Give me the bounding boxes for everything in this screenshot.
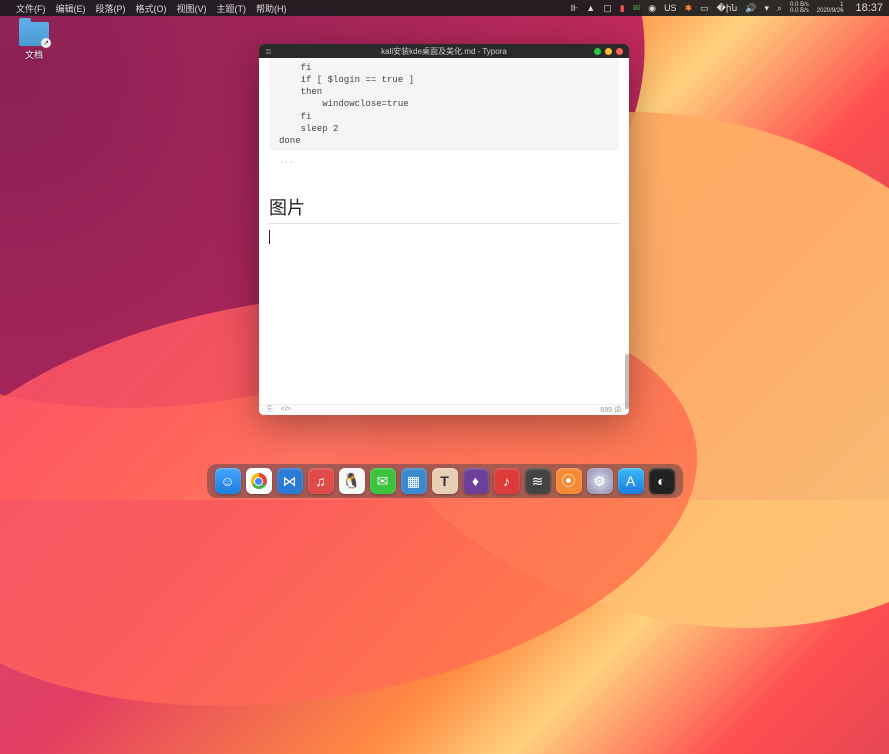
tray-clipboard-icon[interactable]: ▢ — [603, 3, 612, 14]
dock-vscode[interactable]: ⋈ — [277, 468, 303, 494]
menu-view[interactable]: 视图(V) — [177, 2, 207, 15]
dock-settings[interactable]: ⚙ — [587, 468, 613, 494]
dock-finder[interactable]: ☺ — [215, 468, 241, 494]
desktop-folder-label: 文档 — [14, 48, 54, 61]
dock: ☺ ⋈ ♫ 🐧 ✉ ▦ T ♦ ♪ ≋ ⦿ ⚙ A ◐ — [207, 464, 683, 498]
tray-date-stack: 1 2020/9/26 — [817, 2, 844, 14]
menu-file[interactable]: 文件(F) — [16, 2, 46, 15]
tray-chevron-icon[interactable]: ▾ — [765, 3, 770, 14]
tray-clock[interactable]: 18:37 — [855, 2, 883, 14]
scrollbar-thumb[interactable] — [625, 354, 629, 409]
status-source-icon[interactable]: </> — [281, 406, 291, 414]
tray-shield-icon[interactable]: ▮ — [620, 3, 625, 14]
dock-flame[interactable]: ♦ — [463, 468, 489, 494]
tray-app-icon[interactable]: ▲ — [586, 3, 595, 13]
editor-content[interactable]: fi if [ $login == true ] then windowclos… — [259, 58, 629, 404]
code-block[interactable]: fi if [ $login == true ] then windowclos… — [269, 58, 619, 151]
tray-indicator-icon[interactable]: ⊪ — [570, 3, 578, 14]
dock-music[interactable]: ♪ — [494, 468, 520, 494]
dock-network[interactable]: ≋ — [525, 468, 551, 494]
dock-typora[interactable]: T — [432, 468, 458, 494]
dock-qq[interactable]: 🐧 — [339, 468, 365, 494]
dock-appstore[interactable]: A — [618, 468, 644, 494]
menubar-left: 文件(F) 编辑(E) 段落(P) 格式(O) 视图(V) 主题(T) 帮助(H… — [6, 2, 287, 15]
folder-icon — [19, 22, 49, 46]
window-maximize-button[interactable] — [605, 48, 612, 55]
window-title: kali安装kde桌面及美化.md - Typora — [259, 46, 629, 57]
menu-paragraph[interactable]: 段落(P) — [96, 2, 126, 15]
markdown-heading[interactable]: 图片 — [269, 194, 619, 224]
chrome-icon — [251, 473, 267, 489]
menu-edit[interactable]: 编辑(E) — [56, 2, 86, 15]
window-minimize-button[interactable] — [594, 48, 601, 55]
system-menubar: 文件(F) 编辑(E) 段落(P) 格式(O) 视图(V) 主题(T) 帮助(H… — [0, 0, 889, 16]
editor-statusbar: ⎘ </> 699 词 — [259, 404, 629, 415]
dock-dolphin[interactable]: ▦ — [401, 468, 427, 494]
net-down: 0.0 B/s — [790, 8, 809, 14]
code-block-footer: ... — [269, 155, 619, 168]
status-word-count[interactable]: 699 词 — [600, 405, 621, 415]
tray-messenger-icon[interactable]: ◉ — [648, 3, 656, 14]
dock-chrome[interactable] — [246, 468, 272, 494]
tray-locale[interactable]: US — [664, 3, 677, 13]
menu-help[interactable]: 帮助(H) — [256, 2, 287, 15]
status-outline-icon[interactable]: ⎘ — [267, 406, 273, 414]
dock-dashboard[interactable]: ◐ — [649, 468, 675, 494]
tray-search-icon[interactable]: ⌕ — [777, 3, 782, 14]
tray-chat-icon[interactable]: ✉ — [633, 3, 641, 14]
window-controls — [594, 48, 623, 55]
tray-fulldate: 2020/9/26 — [817, 8, 844, 14]
tray-wifi-icon[interactable]: �ին — [717, 3, 738, 14]
menu-theme[interactable]: 主题(T) — [217, 2, 247, 15]
tray-net-stats: 0.0 B/s 0.0 B/s — [790, 2, 809, 14]
titlebar-menu-icon[interactable]: ≣ — [265, 47, 272, 56]
tray-battery-icon[interactable]: ▭ — [700, 3, 709, 14]
window-close-button[interactable] — [616, 48, 623, 55]
editor-cursor — [269, 230, 270, 244]
window-titlebar[interactable]: ≣ kali安装kde桌面及美化.md - Typora — [259, 44, 629, 58]
menu-format[interactable]: 格式(O) — [136, 2, 167, 15]
dock-netease[interactable]: ♫ — [308, 468, 334, 494]
tray-bluetooth-icon[interactable]: ✱ — [685, 3, 693, 14]
dock-wechat[interactable]: ✉ — [370, 468, 396, 494]
system-tray: ⊪ ▲ ▢ ▮ ✉ ◉ US ✱ ▭ �ին 🔊 ▾ ⌕ 0.0 B/s 0.0… — [570, 2, 883, 14]
dock-rss[interactable]: ⦿ — [556, 468, 582, 494]
tray-volume-icon[interactable]: 🔊 — [745, 3, 756, 14]
typora-window: ≣ kali安装kde桌面及美化.md - Typora fi if [ $lo… — [259, 44, 629, 415]
desktop-folder-documents[interactable]: 文档 — [14, 22, 54, 61]
